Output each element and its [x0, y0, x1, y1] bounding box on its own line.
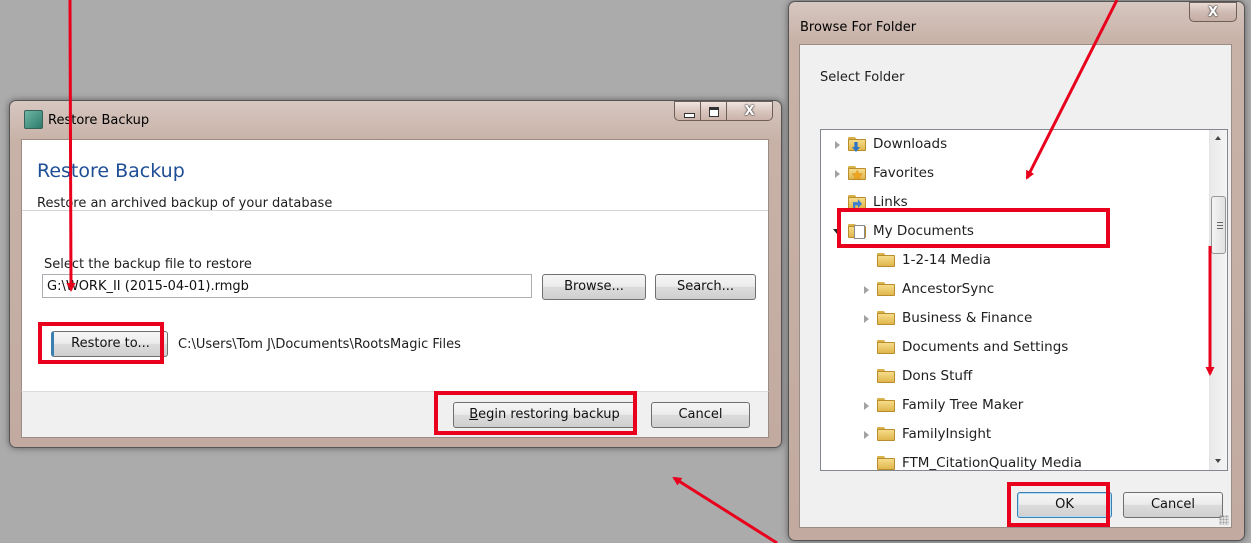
tree-item[interactable]: Documents and Settings: [821, 336, 1201, 358]
dialog-heading: Restore Backup: [37, 160, 185, 182]
tree-item-label: Dons Stuff: [902, 368, 973, 384]
tree-item[interactable]: AncestorSync: [821, 278, 1201, 300]
file-label: Select the backup file to restore: [44, 257, 252, 272]
minimize-button[interactable]: [674, 101, 701, 121]
downloads-folder-icon: [848, 137, 866, 152]
window-controls: X: [1189, 2, 1237, 22]
tree-item-label: AncestorSync: [902, 281, 995, 297]
scroll-down-button[interactable]: [1210, 453, 1227, 470]
scroll-up-button[interactable]: [1210, 130, 1227, 147]
close-icon: X: [1207, 5, 1219, 20]
tree-item[interactable]: Dons Stuff: [821, 365, 1201, 387]
folder-icon: [877, 427, 895, 441]
folder-icon: [877, 282, 895, 296]
folder-icon: [877, 398, 895, 412]
rootsmagic-app-icon: [24, 110, 43, 129]
tree-item-label: FTM_CitationQuality Media: [902, 455, 1082, 471]
expand-arrow-icon[interactable]: [835, 141, 840, 149]
highlight-my-documents: [837, 208, 1110, 248]
browse-folder-content: Select Folder Downloads ★ Favorites Links My…: [799, 44, 1232, 528]
header-panel: Restore Backup Restore an archived backu…: [22, 140, 768, 211]
maximize-icon: [709, 107, 719, 117]
scroll-thumb[interactable]: [1211, 196, 1226, 254]
tree-item-label: Business & Finance: [902, 310, 1033, 326]
favorites-folder-icon: ★: [848, 166, 866, 183]
expand-arrow-icon[interactable]: [864, 431, 869, 439]
folder-icon: [877, 340, 895, 354]
backup-file-input[interactable]: [42, 274, 532, 298]
window-title: Restore Backup: [48, 113, 150, 128]
tree-item-label: Favorites: [873, 165, 934, 181]
tree-item[interactable]: Business & Finance: [821, 307, 1201, 329]
tree-item-label: FamilyInsight: [902, 426, 992, 442]
folder-icon: [877, 253, 895, 267]
tree-scrollbar[interactable]: [1209, 130, 1227, 470]
expand-arrow-icon[interactable]: [864, 315, 869, 323]
browse-folder-titlebar[interactable]: Browse For Folder X: [789, 2, 1244, 38]
restore-path: C:\Users\Tom J\Documents\RootsMagic File…: [178, 337, 461, 352]
tree-item-label: Downloads: [873, 136, 948, 152]
cancel-button[interactable]: Cancel: [651, 402, 750, 428]
window-title: Browse For Folder: [800, 20, 917, 35]
tree-item[interactable]: Family Tree Maker: [821, 394, 1201, 416]
tree-item[interactable]: 1-2-14 Media: [821, 249, 1201, 271]
restore-backup-footer: Begin restoring backup Cancel: [21, 391, 769, 438]
tree-item[interactable]: FamilyInsight: [821, 423, 1201, 445]
expand-arrow-icon[interactable]: [864, 402, 869, 410]
minimize-icon: [684, 113, 695, 118]
highlight-begin-restoring: [434, 391, 637, 435]
tree-item-label: 1-2-14 Media: [902, 252, 991, 268]
links-folder-icon: [848, 195, 866, 209]
folder-tree[interactable]: Downloads ★ Favorites Links My Documents 1-2-…: [820, 129, 1228, 471]
cancel-button[interactable]: Cancel: [1123, 492, 1223, 518]
expand-arrow-icon[interactable]: [864, 286, 869, 294]
expand-arrow-icon[interactable]: [835, 170, 840, 178]
maximize-button[interactable]: [701, 101, 727, 121]
close-button[interactable]: X: [727, 101, 773, 121]
folder-icon: [877, 369, 895, 383]
window-controls: X: [674, 101, 773, 121]
dialog-subheading: Restore an archived backup of your datab…: [37, 196, 333, 211]
select-folder-label: Select Folder: [820, 70, 905, 85]
close-icon: X: [744, 104, 755, 119]
tree-item[interactable]: ★ Favorites: [821, 162, 1201, 184]
highlight-ok: [1007, 482, 1110, 527]
restore-backup-window: Restore Backup X Restore Backup Restore …: [9, 100, 782, 448]
resize-grip[interactable]: [1219, 515, 1229, 525]
tree-item[interactable]: FTM_CitationQuality Media: [821, 452, 1201, 471]
browse-button[interactable]: Browse...: [542, 274, 646, 300]
folder-icon: [877, 311, 895, 325]
highlight-restore-to: [38, 322, 164, 364]
arrow-to-restore-window: [672, 476, 778, 543]
restore-backup-titlebar[interactable]: Restore Backup X: [10, 101, 781, 137]
folder-icon: [877, 456, 895, 470]
search-button[interactable]: Search...: [655, 274, 756, 300]
arrow-down-icon: [1215, 459, 1221, 463]
arrow-up-icon: [1215, 136, 1221, 140]
tree-item-label: Family Tree Maker: [902, 397, 1024, 413]
tree-item[interactable]: Downloads: [821, 133, 1201, 155]
tree-item-label: Documents and Settings: [902, 339, 1069, 355]
browse-for-folder-window: Browse For Folder X Select Folder Downlo…: [788, 1, 1245, 541]
close-button[interactable]: X: [1189, 2, 1237, 22]
